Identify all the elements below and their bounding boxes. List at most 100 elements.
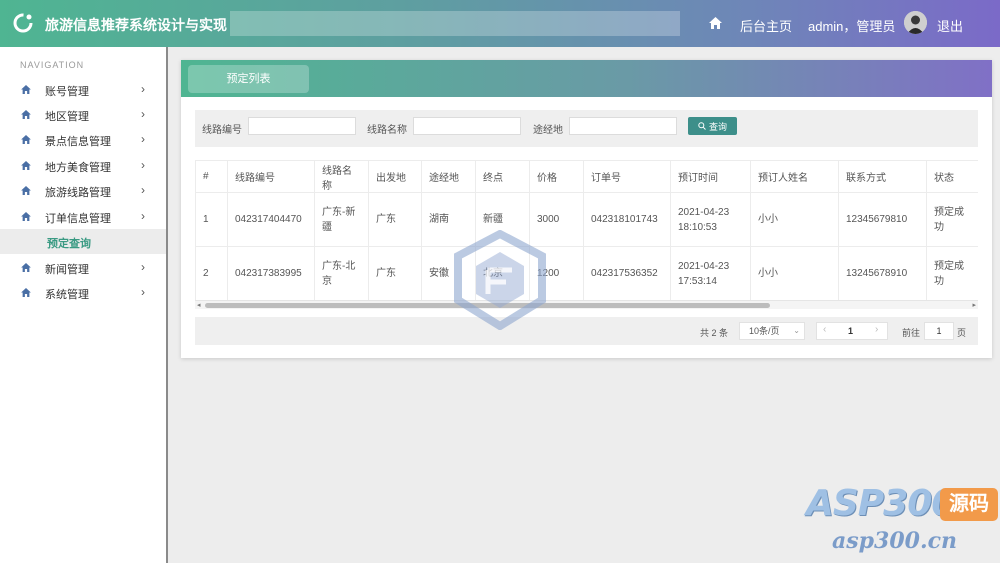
horizontal-scrollbar[interactable]: ◂ ▸ [195,300,978,309]
watermark-brand: ASP300 [806,483,956,524]
page-size-value: 10条/页 [749,326,780,336]
sidebar-item-system[interactable]: 系统管理 › [0,280,166,305]
table-cell: 预定成功 [926,246,978,301]
table-cell: 2021-04-23 17:53:14 [670,246,751,301]
table-cell: 广东 [368,192,422,247]
table-cell: 042317383995 [227,246,315,301]
route-no-input[interactable] [248,117,356,135]
column-header: 途经地 [421,160,476,193]
chevron-right-icon: › [141,209,145,223]
sidebar-item-routes[interactable]: 旅游线路管理 › [0,178,166,203]
sidebar-item-regions[interactable]: 地区管理 › [0,102,166,127]
sidebar-item-booking-query[interactable]: 预定查询 [0,229,166,254]
goto-page-input[interactable]: 1 [924,322,954,340]
pagination: 共 2 条 10条/页 ⌄ ‹ 1 › 前往 1 页 [195,317,978,345]
current-page[interactable]: 1 [848,326,853,336]
table-cell: 小小 [750,246,839,301]
sidebar-item-label: 地方美食管理 [45,162,111,174]
chevron-right-icon: › [141,285,145,299]
table-cell: 042317536352 [583,246,671,301]
table-cell: 13245678910 [838,246,927,301]
column-header: 线路编号 [227,160,315,193]
chevron-right-icon: › [141,132,145,146]
sidebar-item-orders[interactable]: 订单信息管理 › [0,204,166,229]
sidebar-item-label: 新闻管理 [45,264,89,276]
watermark-tag: 源码 [940,488,998,521]
table-row[interactable]: 2 042317383995 广东-北京 广东 安徽 北京 1200 04231… [195,246,978,301]
column-header: 线路名称 [314,160,369,193]
home-icon [21,186,31,195]
home-icon [21,161,31,170]
search-button-label: 查询 [708,121,727,132]
chevron-right-icon: › [141,183,145,197]
column-header: # [195,160,228,193]
home-icon [21,135,31,144]
scroll-left-icon[interactable]: ◂ [197,301,201,309]
table-cell: 042318101743 [583,192,671,247]
watermark-url: asp300.cn [832,528,957,554]
table-row[interactable]: 1 042317404470 广东-新疆 广东 湖南 新疆 3000 04231… [195,192,978,247]
chevron-right-icon: › [141,158,145,172]
chevron-right-icon: › [141,260,145,274]
chevron-down-icon: ⌄ [793,326,800,335]
home-icon [21,85,31,94]
route-name-label: 线路名称 [367,125,407,136]
home-icon [21,212,31,221]
column-header: 联系方式 [838,160,927,193]
sidebar-item-food[interactable]: 地方美食管理 › [0,153,166,178]
card-header: 预定列表 [181,60,992,97]
route-name-input[interactable] [413,117,521,135]
page-suffix: 页 [957,328,967,338]
home-link[interactable]: 后台主页 [740,16,792,35]
search-bar: 线路编号 线路名称 途经地 查询 [195,110,978,147]
app-logo-icon [13,13,33,33]
prev-page-icon[interactable]: ‹ [823,324,826,335]
column-header: 终点 [475,160,530,193]
table-cell: 2 [195,246,228,301]
sidebar-divider [166,47,168,563]
user-label: admin，管理员 [808,19,896,34]
search-button[interactable]: 查询 [688,117,737,135]
route-no-label: 线路编号 [202,125,242,136]
sidebar-item-attractions[interactable]: 景点信息管理 › [0,127,166,152]
via-label: 途经地 [533,125,563,136]
sidebar-item-accounts[interactable]: 账号管理 › [0,77,166,102]
nav-heading: NAVIGATION [20,60,85,70]
total-count: 共 2 条 [700,328,729,338]
scroll-right-icon[interactable]: ▸ [972,301,976,309]
chevron-right-icon: › [141,107,145,121]
search-icon [698,122,706,130]
sidebar-item-label: 旅游线路管理 [45,187,111,199]
sidebar-item-label: 订单信息管理 [45,213,111,225]
table-cell: 042317404470 [227,192,315,247]
app-title: 旅游信息推荐系统设计与实现 [45,17,227,33]
table-header-row: # 线路编号 线路名称 出发地 途经地 终点 价格 订单号 预订时间 预订人姓名… [195,160,978,193]
sidebar-item-news[interactable]: 新闻管理 › [0,255,166,280]
column-header: 订单号 [583,160,671,193]
column-header: 价格 [529,160,584,193]
logout-link[interactable]: 退出 [937,16,963,35]
home-icon [21,288,31,297]
page-nav: ‹ 1 › [816,322,888,340]
goto-label: 前往 [902,328,921,338]
table-cell: 广东 [368,246,422,301]
column-header: 状态 [926,160,978,193]
watermark-shield-logo [454,230,546,330]
sidebar-item-label: 预定查询 [47,238,91,250]
sidebar-item-label: 景点信息管理 [45,136,111,148]
table-cell: 小小 [750,192,839,247]
page-size-select[interactable]: 10条/页 ⌄ [739,322,805,340]
table-cell: 预定成功 [926,192,978,247]
redacted-bar [230,11,680,36]
sidebar-item-label: 地区管理 [45,111,89,123]
tab-booking-list[interactable]: 预定列表 [188,65,309,93]
via-input[interactable] [569,117,677,135]
home-icon [21,263,31,272]
avatar[interactable] [904,11,927,34]
next-page-icon[interactable]: › [875,324,878,335]
table-cell: 12345679810 [838,192,927,247]
home-icon [21,110,31,119]
chevron-right-icon: › [141,82,145,96]
home-icon[interactable] [709,17,722,29]
column-header: 预订时间 [670,160,751,193]
